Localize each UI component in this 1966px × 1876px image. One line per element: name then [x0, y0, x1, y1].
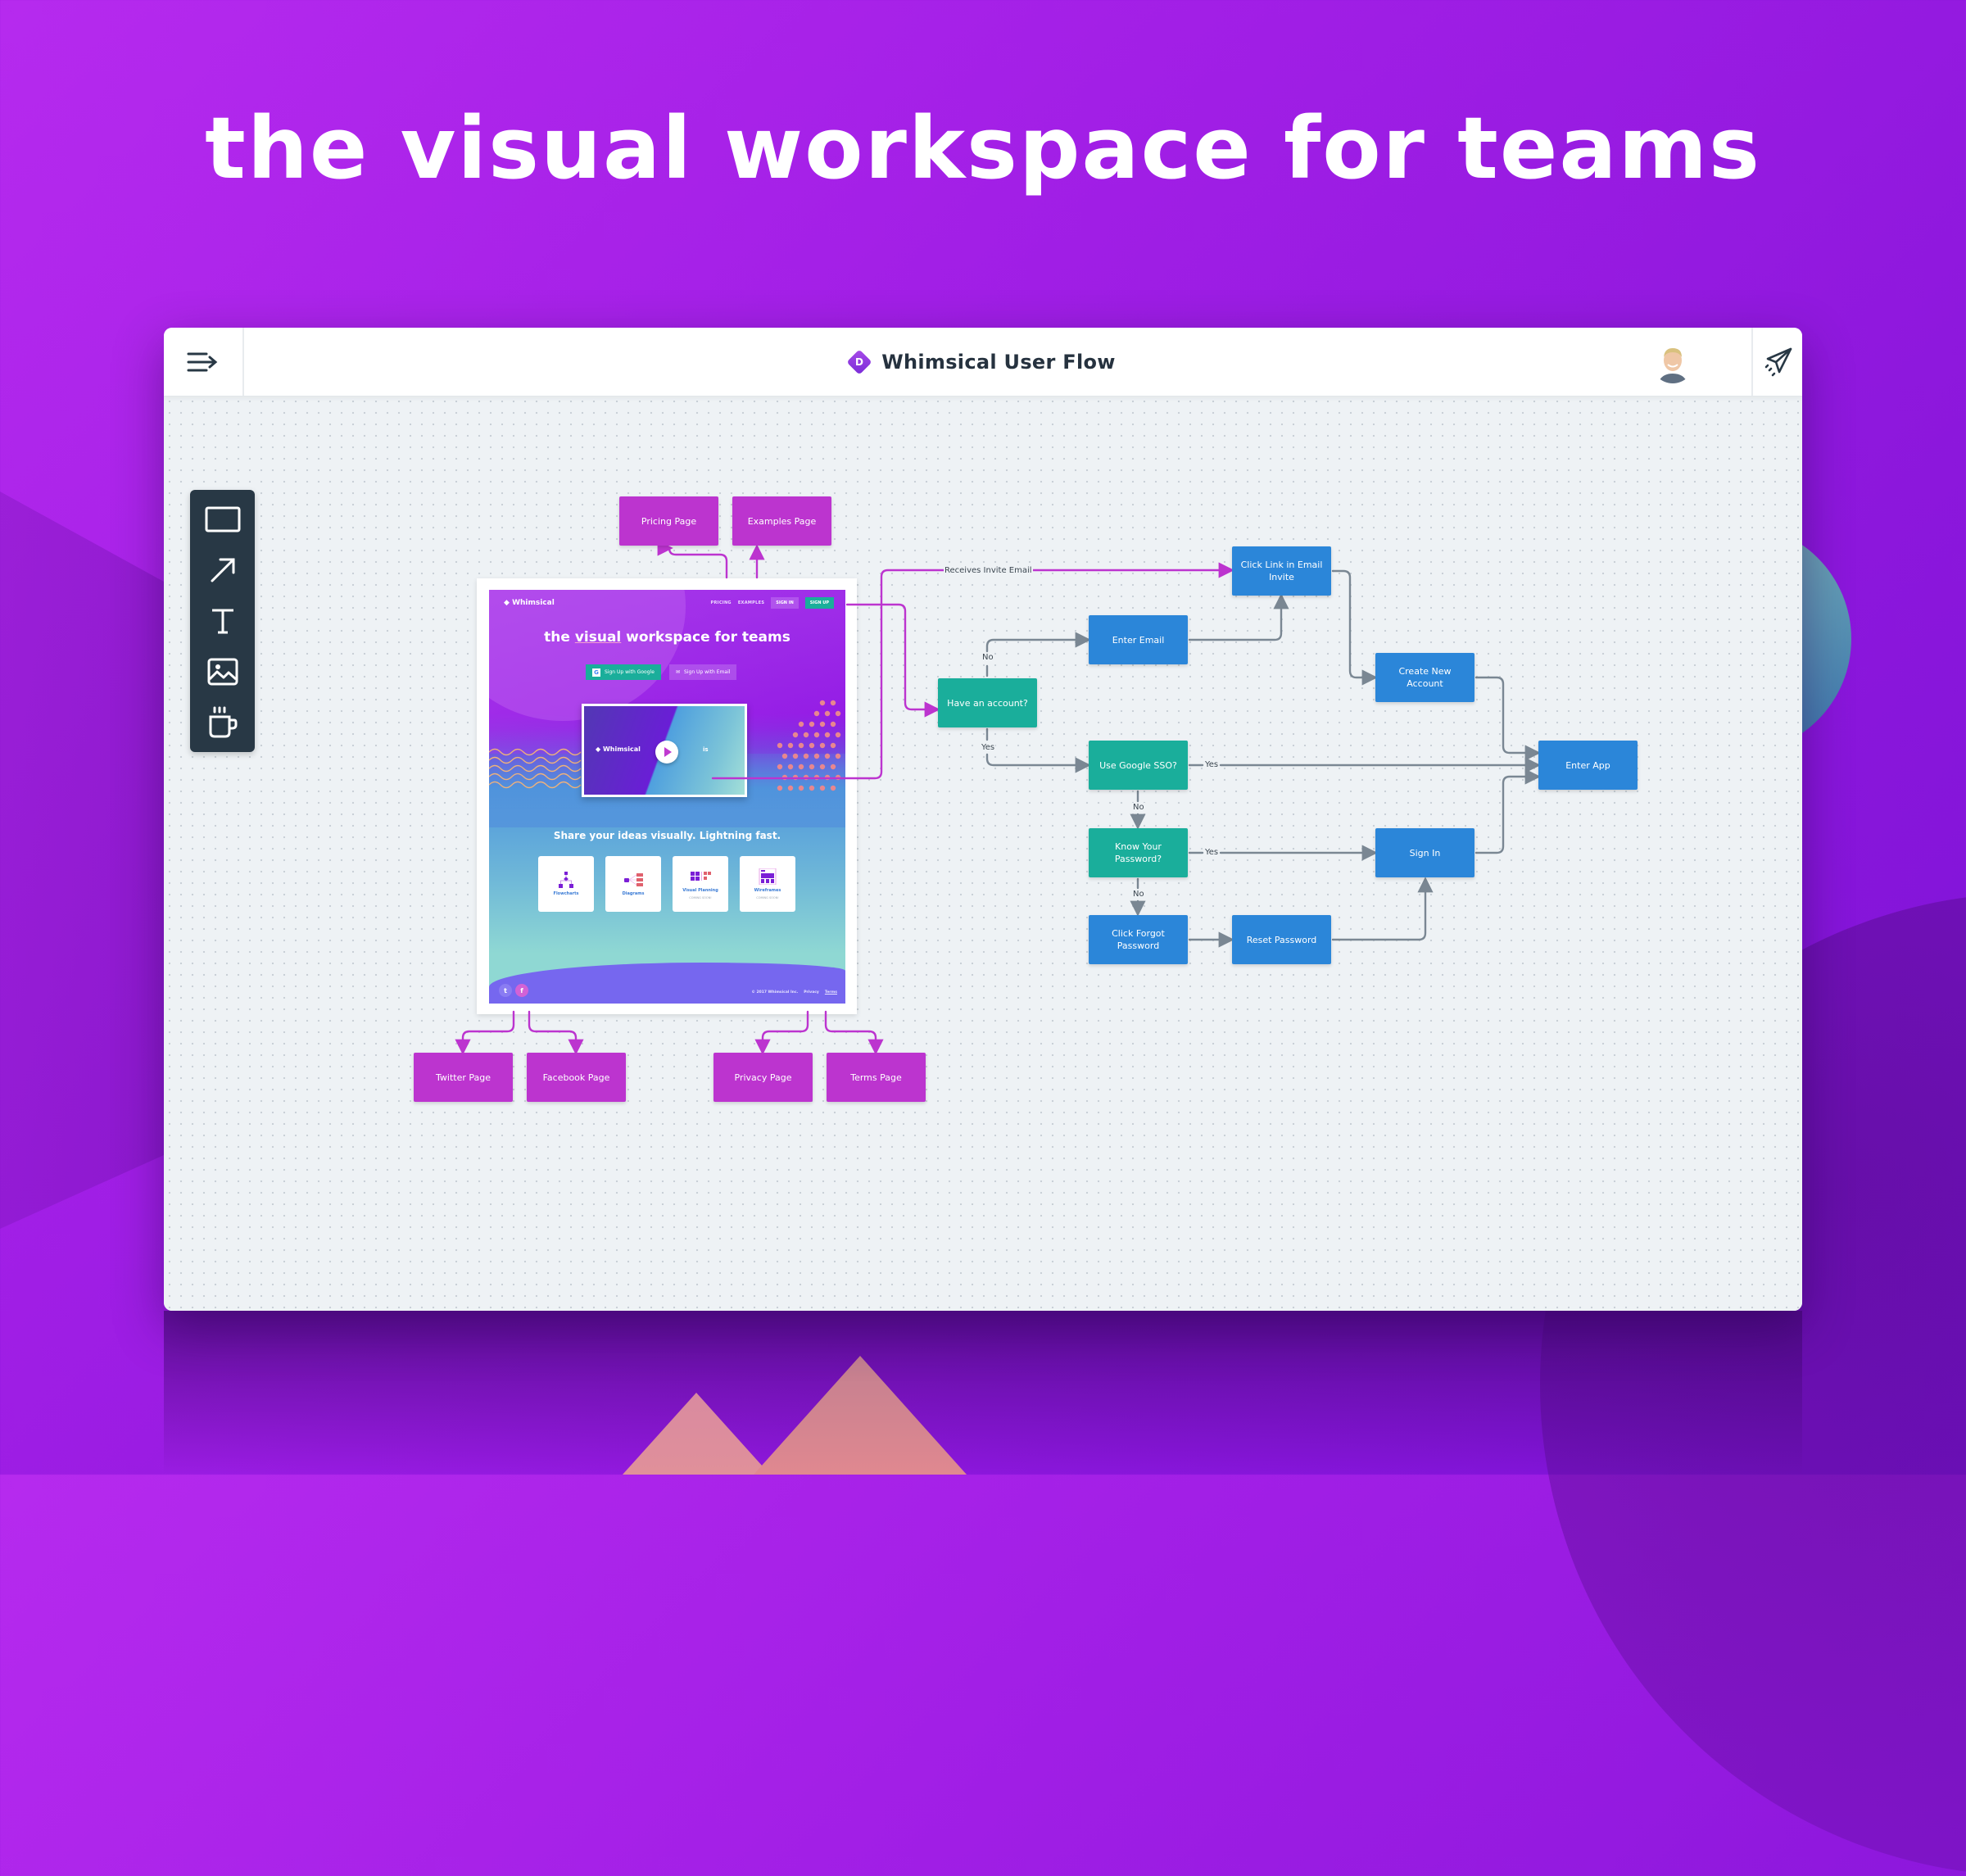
edge-label-yes-account: Yes [981, 743, 996, 753]
edge-label-pw-yes: Yes [1204, 848, 1220, 858]
node-examples-page[interactable]: Examples Page [732, 496, 831, 546]
edge-label-sso-no: No [1132, 803, 1145, 813]
connector-edge-have-account-no[interactable] [985, 640, 1087, 677]
rectangle-icon [205, 506, 240, 532]
drawing-toolbar [190, 490, 255, 752]
connector-edge-sign-in-to-enter-app[interactable] [1474, 768, 1541, 854]
connector-link-signup-to-have-account[interactable] [845, 603, 940, 718]
arrow-icon [211, 558, 234, 582]
node-click-forgot-password[interactable]: Click Forgot Password [1089, 915, 1188, 964]
connector-link-terms[interactable] [824, 1010, 884, 1055]
arrow-tool[interactable] [203, 552, 242, 588]
edge-label-pw-no: No [1132, 890, 1145, 899]
diagram-badge-icon: D [846, 348, 872, 375]
edge-label-receives-invite: Receives Invite Email [944, 566, 1033, 576]
edge-label-no-account: No [981, 653, 994, 663]
node-pricing-page[interactable]: Pricing Page [619, 496, 718, 546]
rectangle-tool[interactable] [203, 501, 242, 537]
text-tool[interactable] [203, 603, 242, 639]
document-title-area: D Whimsical User Flow [164, 328, 1802, 396]
connector-link-twitter[interactable] [455, 1010, 515, 1055]
app-window: D Whimsical User Flow ◆ Whimsical PRICIN… [164, 328, 1802, 1311]
share-button[interactable] [1751, 328, 1802, 396]
connector-edge-reset-to-sign-in[interactable] [1331, 877, 1434, 941]
text-icon [211, 609, 233, 634]
connector-link-privacy[interactable] [754, 1010, 809, 1055]
document-title[interactable]: Whimsical User Flow [881, 351, 1116, 374]
diagram-canvas[interactable]: ◆ Whimsical PRICING EXAMPLES SIGN IN SIG… [164, 396, 1802, 1311]
node-have-account[interactable]: Have an account? [938, 678, 1037, 727]
image-icon [207, 658, 238, 686]
connector-edge-create-to-enter-app[interactable] [1474, 676, 1541, 761]
node-enter-email[interactable]: Enter Email [1089, 615, 1188, 664]
node-click-link-email-invite[interactable]: Click Link in Email Invite [1232, 546, 1331, 596]
connector-link-pricing[interactable] [661, 544, 728, 579]
coffee-tool[interactable] [203, 705, 242, 741]
node-reset-password[interactable]: Reset Password [1232, 915, 1331, 964]
node-create-new-account[interactable]: Create New Account [1375, 653, 1474, 702]
top-bar: D Whimsical User Flow [164, 328, 1802, 396]
background-mountain-small [623, 1393, 770, 1475]
paper-plane-icon [1764, 347, 1792, 376]
node-facebook-page[interactable]: Facebook Page [527, 1053, 626, 1102]
edge-label-sso-yes: Yes [1204, 760, 1220, 770]
node-privacy-page[interactable]: Privacy Page [713, 1053, 813, 1102]
connector-layer [455, 544, 1802, 1055]
connector-edge-enter-email-to-invite[interactable] [1188, 593, 1289, 641]
node-twitter-page[interactable]: Twitter Page [414, 1053, 513, 1102]
avatar-image [1651, 341, 1694, 383]
background-mountain-large [754, 1356, 967, 1475]
node-know-password[interactable]: Know Your Password? [1089, 828, 1188, 877]
node-terms-page[interactable]: Terms Page [827, 1053, 926, 1102]
connector-edge-invite-to-create[interactable] [1331, 569, 1378, 686]
node-sign-in[interactable]: Sign In [1375, 828, 1474, 877]
user-avatar[interactable] [1651, 341, 1694, 383]
connector-edge-have-account-yes[interactable] [985, 727, 1087, 765]
connector-link-facebook[interactable] [528, 1010, 584, 1055]
node-use-google-sso[interactable]: Use Google SSO? [1089, 741, 1188, 790]
image-tool[interactable] [203, 654, 242, 690]
coffee-cup-icon [209, 706, 237, 738]
marketing-headline: the visual workspace for teams [205, 98, 1761, 198]
window-shadow [164, 1311, 1802, 1475]
node-enter-app[interactable]: Enter App [1538, 741, 1638, 790]
